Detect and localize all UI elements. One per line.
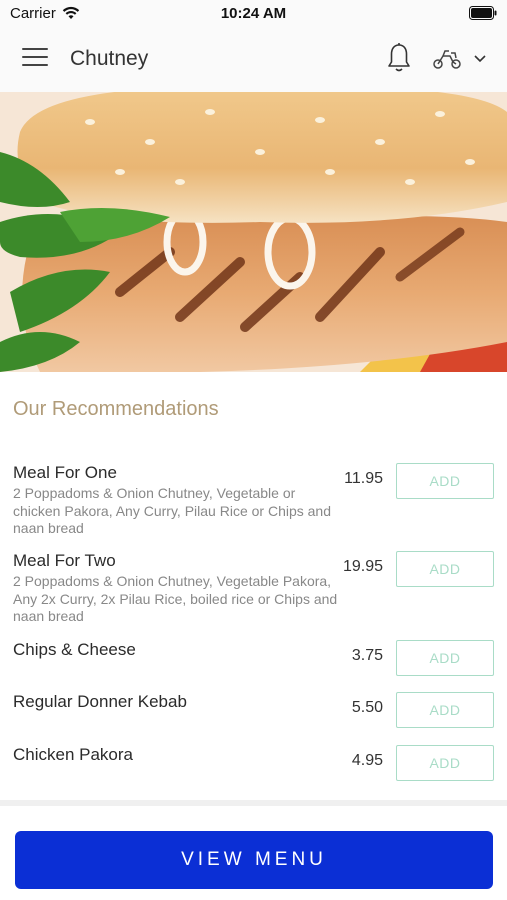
hero-image: [0, 92, 507, 372]
view-menu-button[interactable]: VIEW MENU: [15, 831, 493, 889]
add-button[interactable]: ADD: [396, 640, 494, 676]
page-title: Chutney: [70, 47, 149, 70]
item-price: 4.95: [351, 752, 383, 769]
item-name: Chicken Pakora: [13, 745, 134, 764]
item-price: 19.95: [342, 558, 383, 575]
add-button[interactable]: ADD: [396, 551, 494, 587]
add-button[interactable]: ADD: [396, 692, 494, 728]
item-name: Meal For One: [13, 463, 117, 482]
battery-icon: [469, 6, 497, 20]
item-name: Chips & Cheese: [13, 640, 136, 659]
item-name: Meal For Two: [13, 551, 116, 570]
status-time: 10:24 AM: [220, 5, 287, 22]
footer-divider: [0, 800, 507, 806]
bell-icon[interactable]: [386, 42, 412, 74]
add-button[interactable]: ADD: [396, 463, 494, 499]
item-price: 3.75: [351, 647, 383, 664]
chevron-down-icon[interactable]: [473, 54, 487, 64]
item-description: 2 Poppadoms & Onion Chutney, Vegetable P…: [13, 573, 338, 624]
add-button[interactable]: ADD: [396, 745, 494, 781]
item-description: 2 Poppadoms & Onion Chutney, Vegetable o…: [13, 485, 331, 536]
status-bar: Carrier 10:24 AM: [0, 0, 507, 28]
item-name: Regular Donner Kebab: [13, 692, 187, 711]
delivery-icon[interactable]: [432, 48, 462, 70]
item-price: 5.50: [351, 699, 383, 716]
burger-image: [0, 92, 507, 372]
app-header: Chutney: [0, 28, 507, 92]
menu-icon[interactable]: [22, 48, 48, 70]
section-title: Our Recommendations: [13, 398, 219, 420]
item-price: 11.95: [344, 470, 383, 487]
